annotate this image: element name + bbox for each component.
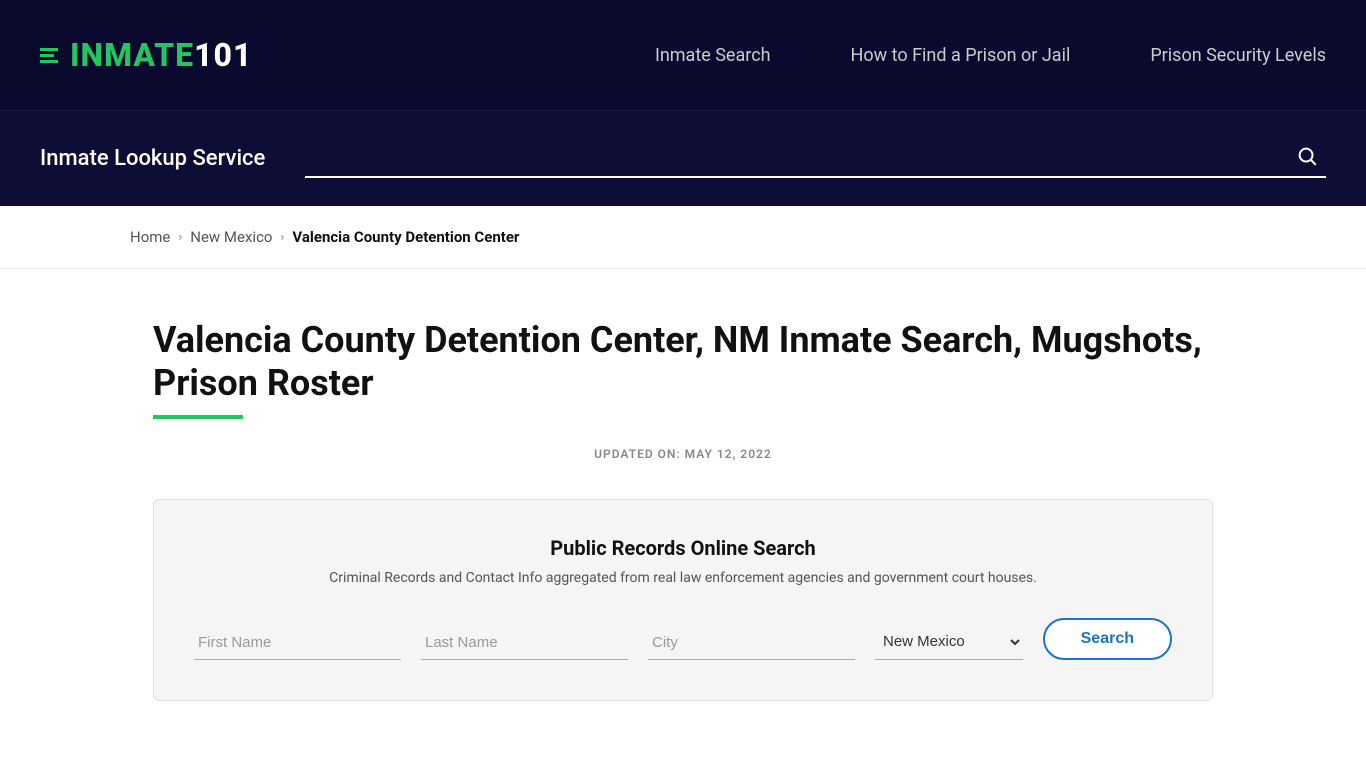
breadcrumb-state[interactable]: New Mexico (190, 228, 272, 246)
main-content: Valencia County Detention Center, NM Inm… (113, 269, 1253, 741)
state-select[interactable]: AlabamaAlaskaArizonaArkansasCaliforniaCo… (875, 624, 1023, 660)
search-input[interactable] (305, 139, 1326, 178)
public-records-description: Criminal Records and Contact Info aggreg… (194, 570, 1172, 586)
first-name-field (194, 626, 401, 660)
updated-text: UPDATED ON: MAY 12, 2022 (153, 447, 1213, 461)
breadcrumb-sep-2: › (280, 230, 284, 245)
public-records-title: Public Records Online Search (194, 536, 1172, 560)
state-field: AlabamaAlaskaArizonaArkansasCaliforniaCo… (875, 624, 1023, 660)
breadcrumb-current: Valencia County Detention Center (292, 228, 519, 246)
last-name-field (421, 626, 628, 660)
city-field (648, 626, 855, 660)
first-name-input[interactable] (194, 626, 401, 660)
top-navigation: INMATE101 Inmate Search How to Find a Pr… (0, 0, 1366, 110)
logo-prefix: INMATE (70, 36, 194, 74)
search-section: Inmate Lookup Service (0, 110, 1366, 206)
page-title: Valencia County Detention Center, NM Inm… (153, 319, 1213, 405)
nav-inmate-search[interactable]: Inmate Search (655, 45, 771, 66)
logo[interactable]: INMATE101 (40, 36, 252, 74)
search-form-button[interactable]: Search (1043, 618, 1172, 660)
logo-icon (40, 48, 58, 63)
last-name-input[interactable] (421, 626, 628, 660)
breadcrumb-sep-1: › (178, 230, 182, 245)
search-form-row: AlabamaAlaskaArizonaArkansasCaliforniaCo… (194, 618, 1172, 660)
logo-suffix: 101 (194, 36, 252, 74)
breadcrumb-home[interactable]: Home (130, 228, 170, 246)
nav-security-levels[interactable]: Prison Security Levels (1150, 45, 1326, 66)
search-icon-button[interactable] (1292, 141, 1322, 177)
nav-links: Inmate Search How to Find a Prison or Ja… (655, 45, 1326, 66)
title-underline (153, 415, 243, 419)
breadcrumb: Home › New Mexico › Valencia County Dete… (130, 228, 1236, 246)
nav-how-to-find[interactable]: How to Find a Prison or Jail (851, 45, 1071, 66)
search-input-wrap (305, 139, 1326, 178)
search-section-label: Inmate Lookup Service (40, 146, 265, 171)
city-input[interactable] (648, 626, 855, 660)
breadcrumb-bar: Home › New Mexico › Valencia County Dete… (0, 206, 1366, 269)
logo-text: INMATE101 (70, 36, 252, 74)
public-records-box: Public Records Online Search Criminal Re… (153, 499, 1213, 701)
